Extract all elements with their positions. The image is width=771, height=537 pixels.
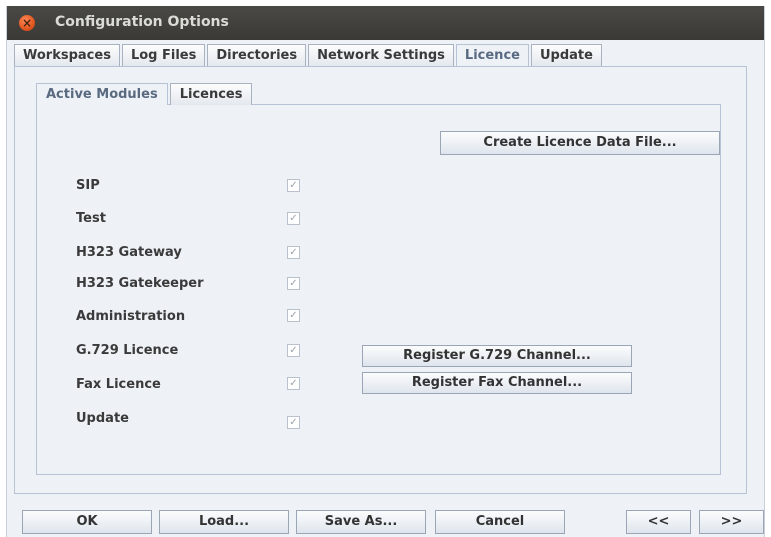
tab-active-modules[interactable]: Active Modules [36, 83, 168, 105]
module-checkbox-fax-licence[interactable]: ✓ [287, 377, 300, 390]
save-as-button[interactable]: Save As... [296, 510, 426, 534]
tab-licences[interactable]: Licences [169, 83, 253, 105]
module-checkbox-h323-gatekeeper[interactable]: ✓ [287, 277, 300, 290]
module-label-update: Update [76, 411, 129, 426]
title-bar: × Configuration Options [7, 6, 764, 40]
tab-workspaces[interactable]: Workspaces [14, 44, 120, 66]
module-label-test: Test [76, 211, 106, 226]
module-checkbox-sip[interactable]: ✓ [287, 179, 300, 192]
tab-network-settings[interactable]: Network Settings [308, 44, 454, 66]
module-label-fax-licence: Fax Licence [76, 377, 161, 392]
next-button[interactable]: >> [699, 510, 764, 534]
ok-button[interactable]: OK [22, 510, 152, 534]
module-label-h323-gateway: H323 Gateway [76, 245, 182, 260]
create-licence-data-file-button[interactable]: Create Licence Data File... [440, 131, 720, 155]
sub-tab-strip: Active Modules Licences [36, 83, 254, 105]
tab-directories[interactable]: Directories [207, 44, 307, 66]
register-g729-channel-button[interactable]: Register G.729 Channel... [362, 345, 632, 367]
module-checkbox-g729-licence[interactable]: ✓ [287, 344, 300, 357]
module-checkbox-h323-gateway[interactable]: ✓ [287, 246, 300, 259]
register-fax-channel-button[interactable]: Register Fax Channel... [362, 372, 632, 394]
module-checkbox-test[interactable]: ✓ [287, 212, 300, 225]
module-checkbox-administration[interactable]: ✓ [287, 309, 300, 322]
tab-update[interactable]: Update [530, 44, 602, 66]
previous-button[interactable]: << [626, 510, 691, 534]
window-title: Configuration Options [55, 14, 229, 30]
close-icon[interactable]: × [19, 15, 35, 31]
module-label-g729-licence: G.729 Licence [76, 343, 179, 358]
module-label-h323-gatekeeper: H323 Gatekeeper [76, 276, 204, 291]
cancel-button[interactable]: Cancel [435, 510, 565, 534]
tab-log-files[interactable]: Log Files [121, 44, 206, 66]
main-tab-strip: Workspaces Log Files Directories Network… [14, 44, 604, 66]
module-label-sip: SIP [76, 178, 100, 193]
module-checkbox-update[interactable]: ✓ [287, 416, 300, 429]
tab-licence[interactable]: Licence [455, 44, 529, 66]
load-button[interactable]: Load... [159, 510, 289, 534]
module-label-administration: Administration [76, 309, 186, 324]
